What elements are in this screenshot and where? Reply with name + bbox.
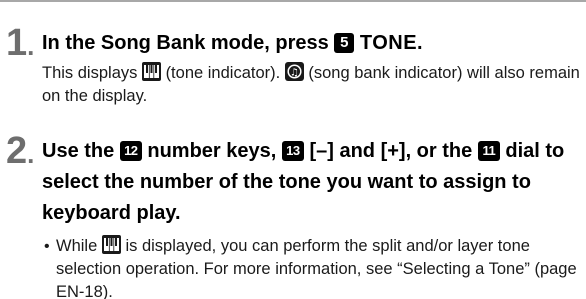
bullet-list: • While is displayed, you can perform th… [42,235,582,299]
bullet-item: While is displayed, you can perform the … [56,235,582,299]
step-number-dot: . [27,31,35,61]
title-period: . [417,32,423,54]
bullet-text: While [56,237,98,255]
step-title: In the Song Bank mode, press 5 TONE. [42,28,582,59]
bullet-text: is displayed, you can perform the split … [56,237,577,299]
tone-button-label: TONE [359,32,418,54]
title-text: [–] and [+], or the [309,140,473,162]
step-body: Use the 12 number keys, 13 [–] and [+], … [42,136,582,299]
step-number: 2. [6,132,34,173]
step-body: In the Song Bank mode, press 5 TONE. Thi… [42,28,582,108]
description-text: This displays [42,64,138,82]
step-number-digit: 2 [6,130,28,172]
svg-text:♫: ♫ [290,68,299,79]
step-title: Use the 12 number keys, 13 [–] and [+], … [42,136,582,229]
tone-indicator-icon [101,235,121,254]
top-divider-rule [0,0,586,2]
title-text: Use the [42,140,115,162]
button-number-badge: 12 [119,141,142,161]
step-description: This displays (tone indicator). ♫ (song … [42,62,582,108]
step-number: 1. [6,24,34,65]
button-number-badge: 11 [477,141,500,161]
song-bank-indicator-icon: ♫ [284,62,304,81]
title-text: In the Song Bank mode, press [42,32,329,54]
step-number-dot: . [27,139,35,169]
description-text: (tone indicator). [165,64,281,82]
button-number-badge: 13 [281,141,304,161]
button-number-badge: 5 [334,33,355,53]
title-text: number keys, [147,140,277,162]
bullet-marker: • [44,238,50,255]
step-number-digit: 1 [6,22,28,64]
tone-indicator-icon [141,62,161,81]
